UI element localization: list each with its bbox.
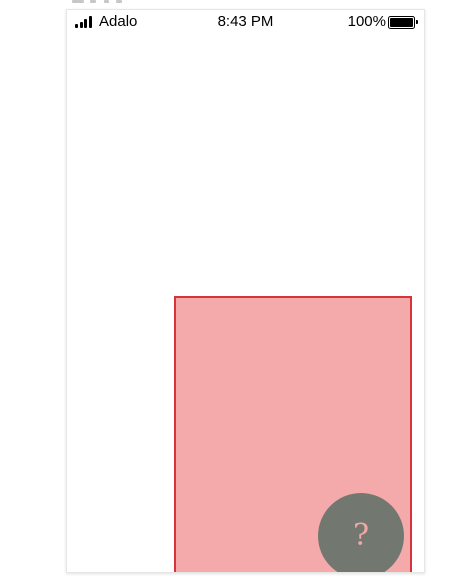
battery-tip [416, 20, 418, 24]
phone-screen: Adalo 8:43 PM 100% ? [66, 9, 425, 573]
status-bar: Adalo 8:43 PM 100% [67, 10, 424, 34]
battery-fill [390, 18, 413, 27]
battery-icon [388, 16, 418, 29]
help-button[interactable]: ? [318, 493, 404, 572]
top-edge-fragment [72, 0, 132, 4]
battery-percent: 100% [347, 13, 386, 30]
